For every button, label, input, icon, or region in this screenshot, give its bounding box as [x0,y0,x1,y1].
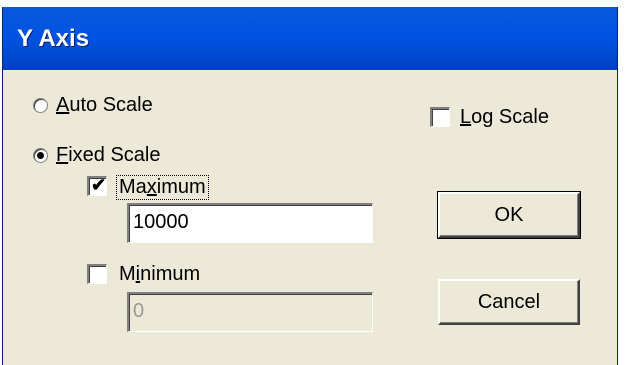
minimum-label[interactable]: Minimum [119,263,200,286]
auto-scale-label[interactable]: Auto Scale [56,94,153,117]
cancel-button[interactable]: Cancel [438,279,580,325]
ok-button[interactable]: OK [437,191,581,239]
log-scale-label[interactable]: Log Scale [460,106,549,129]
fixed-scale-label[interactable]: Fixed Scale [56,144,161,167]
minimum-checkbox[interactable] [87,264,107,284]
title-bar[interactable]: Y Axis [3,7,617,70]
maximum-input[interactable]: 10000 [127,203,373,243]
checkmark-icon: ✔ [91,175,107,195]
maximum-label[interactable]: Maximum [116,175,209,200]
dialog-title: Y Axis [17,25,90,52]
radio-selected-dot [37,152,44,159]
fixed-scale-radio[interactable] [33,148,48,163]
log-scale-checkbox[interactable] [430,107,450,127]
maximum-checkbox[interactable]: ✔ [87,175,107,196]
minimum-input[interactable]: 0 [127,292,373,332]
auto-scale-radio[interactable] [33,98,48,113]
y-axis-dialog: Y Axis Auto Scale Fixed Scale Log Scale … [2,7,618,365]
